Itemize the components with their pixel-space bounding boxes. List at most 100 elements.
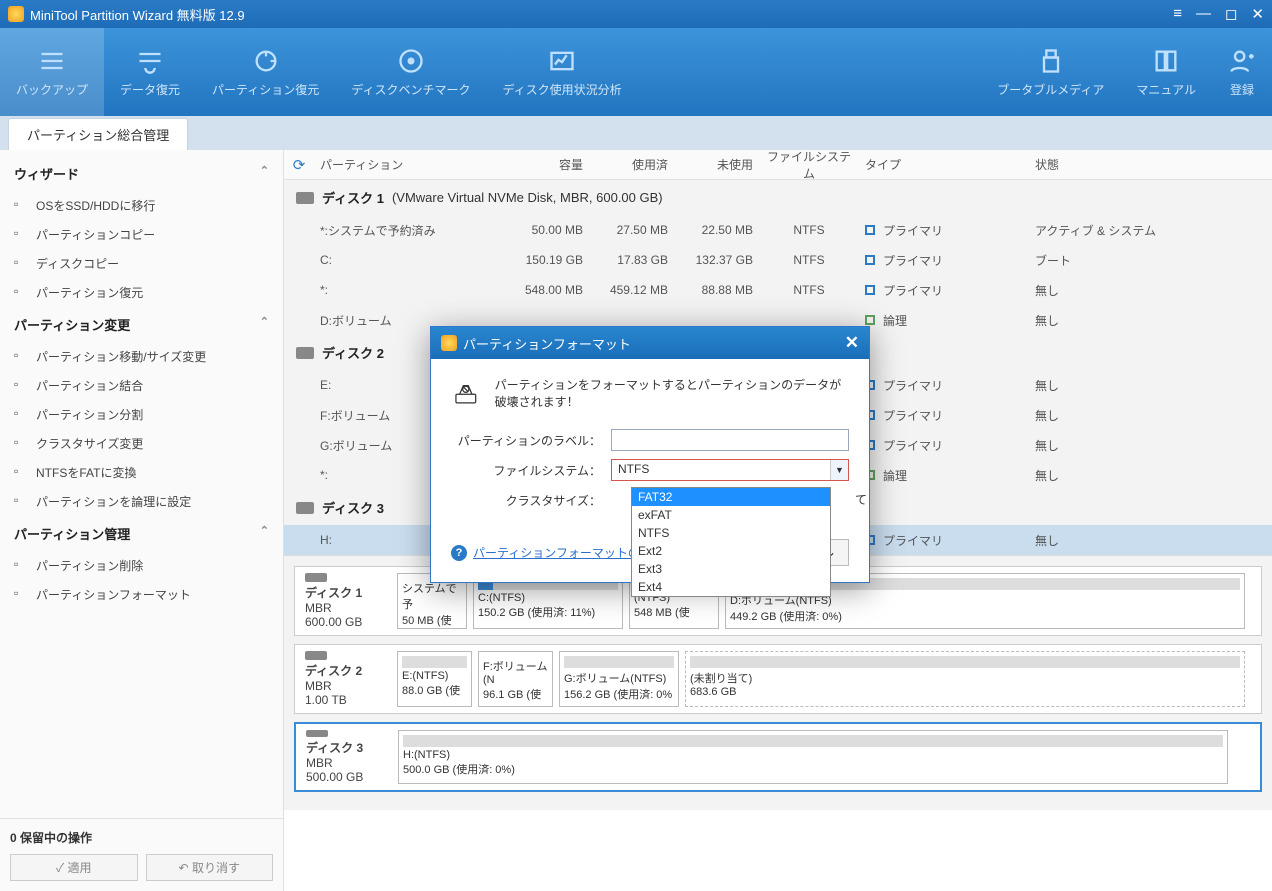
wizard-header[interactable]: ウィザード⌃	[0, 156, 283, 191]
app-logo-icon	[8, 6, 24, 22]
table-row[interactable]: C:150.19 GB17.83 GB132.37 GBNTFSプライマリブート	[284, 245, 1272, 275]
sidebar-item-icon: ▫	[14, 226, 28, 240]
col-stat[interactable]: 状態	[1029, 152, 1272, 177]
register-button[interactable]: 登録	[1212, 28, 1272, 116]
benchmark-button[interactable]: ディスクベンチマーク	[335, 28, 486, 116]
partition-segment[interactable]: H:(NTFS)500.0 GB (使用済: 0%)	[398, 730, 1228, 784]
sidebar-item-icon: ▫	[14, 464, 28, 478]
dialog-title: パーティションフォーマット	[463, 334, 631, 353]
user-plus-icon	[1228, 47, 1256, 75]
sidebar-item-wizard-2[interactable]: ▫ディスクコピー	[0, 249, 283, 278]
dialog-titlebar[interactable]: パーティションフォーマット ✕	[431, 327, 869, 359]
format-dialog: パーティションフォーマット ✕ パーティションをフォーマットするとパーティション…	[430, 326, 870, 583]
label-input[interactable]	[611, 429, 849, 451]
fs-label: ファイルシステム：	[451, 462, 611, 479]
sidebar-item-icon: ▫	[14, 255, 28, 269]
sidebar-item-icon: ▫	[14, 406, 28, 420]
disk-icon	[306, 730, 328, 737]
partition-segment[interactable]: G:ボリューム(NTFS)156.2 GB (使用済: 0%	[559, 651, 679, 707]
fs-combobox[interactable]: NTFS ▼	[611, 459, 849, 481]
disk-icon	[305, 573, 327, 582]
close-icon[interactable]: ✕	[1251, 5, 1264, 23]
undo-button[interactable]: ↶ 取り消す	[146, 854, 274, 881]
apply-button[interactable]: ✓ 適用	[10, 854, 138, 881]
bootable-button[interactable]: ブータブルメディア	[981, 28, 1120, 116]
fs-option-ext2[interactable]: Ext2	[632, 542, 830, 560]
sidebar-item-change-2[interactable]: ▫パーティション分割	[0, 400, 283, 429]
sidebar-item-icon: ▫	[14, 493, 28, 507]
disk-icon	[305, 651, 327, 660]
cluster-label: クラスタサイズ：	[451, 492, 611, 509]
sidebar-item-wizard-3[interactable]: ▫パーティション復元	[0, 278, 283, 307]
disk-bar[interactable]: ディスク 3MBR500.00 GBH:(NTFS)500.0 GB (使用済:…	[294, 722, 1262, 792]
usb-icon	[1037, 47, 1065, 75]
usage-button[interactable]: ディスク使用状況分析	[486, 28, 637, 116]
backup-button[interactable]: バックアップ	[0, 28, 104, 116]
maximize-icon[interactable]: ◻	[1225, 5, 1237, 23]
partition-recover-icon	[252, 47, 280, 75]
sidebar-item-change-1[interactable]: ▫パーティション結合	[0, 371, 283, 400]
tabbar: パーティション総合管理	[0, 116, 1272, 150]
sidebar-item-manage-0[interactable]: ▫パーティション削除	[0, 551, 283, 580]
fs-option-exfat[interactable]: exFAT	[632, 506, 830, 524]
col-type[interactable]: タイプ	[859, 152, 1029, 177]
data-recover-icon	[136, 47, 164, 75]
disk-bar[interactable]: ディスク 2MBR1.00 TBE:(NTFS)88.0 GB (使F:ボリュー…	[294, 644, 1262, 714]
sidebar-item-manage-1[interactable]: ▫パーティションフォーマット	[0, 580, 283, 609]
sidebar-item-icon: ▫	[14, 435, 28, 449]
sidebar-item-change-0[interactable]: ▫パーティション移動/サイズ変更	[0, 342, 283, 371]
fs-option-ntfs[interactable]: NTFS	[632, 524, 830, 542]
col-partition[interactable]: パーティション	[314, 152, 504, 177]
dropdown-arrow-icon[interactable]: ▼	[830, 460, 848, 480]
partition-recover-button[interactable]: パーティション復元	[196, 28, 335, 116]
manage-header[interactable]: パーティション管理⌃	[0, 516, 283, 551]
sidebar-item-icon: ▫	[14, 348, 28, 362]
partition-segment[interactable]: (未割り当て)683.6 GB	[685, 651, 1245, 707]
manual-button[interactable]: マニュアル	[1120, 28, 1212, 116]
sidebar-item-change-3[interactable]: ▫クラスタサイズ変更	[0, 429, 283, 458]
change-header[interactable]: パーティション変更⌃	[0, 307, 283, 342]
sidebar-item-wizard-1[interactable]: ▫パーティションコピー	[0, 220, 283, 249]
sidebar-item-icon: ▫	[14, 284, 28, 298]
sidebar-item-change-4[interactable]: ▫NTFSをFATに変換	[0, 458, 283, 487]
col-used[interactable]: 使用済	[589, 152, 674, 177]
table-row[interactable]: *:システムで予約済み50.00 MB27.50 MB22.50 MBNTFSプ…	[284, 215, 1272, 245]
refresh-icon[interactable]: ⟳	[284, 156, 314, 174]
fs-dropdown-list[interactable]: FAT32exFATNTFSExt2Ext3Ext4	[631, 487, 831, 597]
disk-header[interactable]: ディスク 1 (VMware Virtual NVMe Disk, MBR, 6…	[284, 180, 1272, 215]
tab-partition-manager[interactable]: パーティション総合管理	[8, 118, 188, 150]
disk-icon	[296, 192, 314, 204]
fs-option-fat32[interactable]: FAT32	[632, 488, 830, 506]
disk-icon	[296, 347, 314, 359]
col-free[interactable]: 未使用	[674, 152, 759, 177]
fs-option-ext4[interactable]: Ext4	[632, 578, 830, 596]
minimize-icon[interactable]: —	[1196, 5, 1211, 23]
help-icon: ?	[451, 545, 467, 561]
sidebar: ウィザード⌃ ▫OSをSSD/HDDに移行▫パーティションコピー▫ディスクコピー…	[0, 150, 284, 891]
disk-icon	[296, 502, 314, 514]
partition-segment[interactable]: F:ボリューム(N96.1 GB (使	[478, 651, 553, 707]
sidebar-item-icon: ▫	[14, 377, 28, 391]
table-row[interactable]: *:548.00 MB459.12 MB88.88 MBNTFSプライマリ無し	[284, 275, 1272, 305]
sidebar-item-icon: ▫	[14, 557, 28, 571]
dialog-close-icon[interactable]: ✕	[845, 333, 859, 353]
sidebar-item-change-5[interactable]: ▫パーティションを論理に設定	[0, 487, 283, 516]
data-recover-button[interactable]: データ復元	[104, 28, 196, 116]
dialog-logo-icon	[441, 335, 457, 351]
main-toolbar: バックアップ データ復元 パーティション復元 ディスクベンチマーク ディスク使用…	[0, 28, 1272, 116]
table-header: ⟳ パーティション 容量 使用済 未使用 ファイルシステム タイプ 状態	[284, 150, 1272, 180]
label-label: パーティションのラベル：	[451, 432, 611, 449]
warn-text: パーティションをフォーマットするとパーティションのデータが破壊されます！	[495, 376, 849, 410]
usage-icon	[548, 47, 576, 75]
col-capacity[interactable]: 容量	[504, 152, 589, 177]
sidebar-item-icon: ▫	[14, 586, 28, 600]
menu-icon[interactable]: ≡	[1173, 5, 1182, 23]
chevron-up-icon: ⌃	[260, 164, 269, 183]
fs-option-ext3[interactable]: Ext3	[632, 560, 830, 578]
benchmark-icon	[397, 47, 425, 75]
chevron-up-icon: ⌃	[260, 524, 269, 543]
sidebar-item-icon: ▫	[14, 197, 28, 211]
titlebar[interactable]: MiniTool Partition Wizard 無料版 12.9 ≡ — ◻…	[0, 0, 1272, 28]
sidebar-item-wizard-0[interactable]: ▫OSをSSD/HDDに移行	[0, 191, 283, 220]
partition-segment[interactable]: E:(NTFS)88.0 GB (使	[397, 651, 472, 707]
